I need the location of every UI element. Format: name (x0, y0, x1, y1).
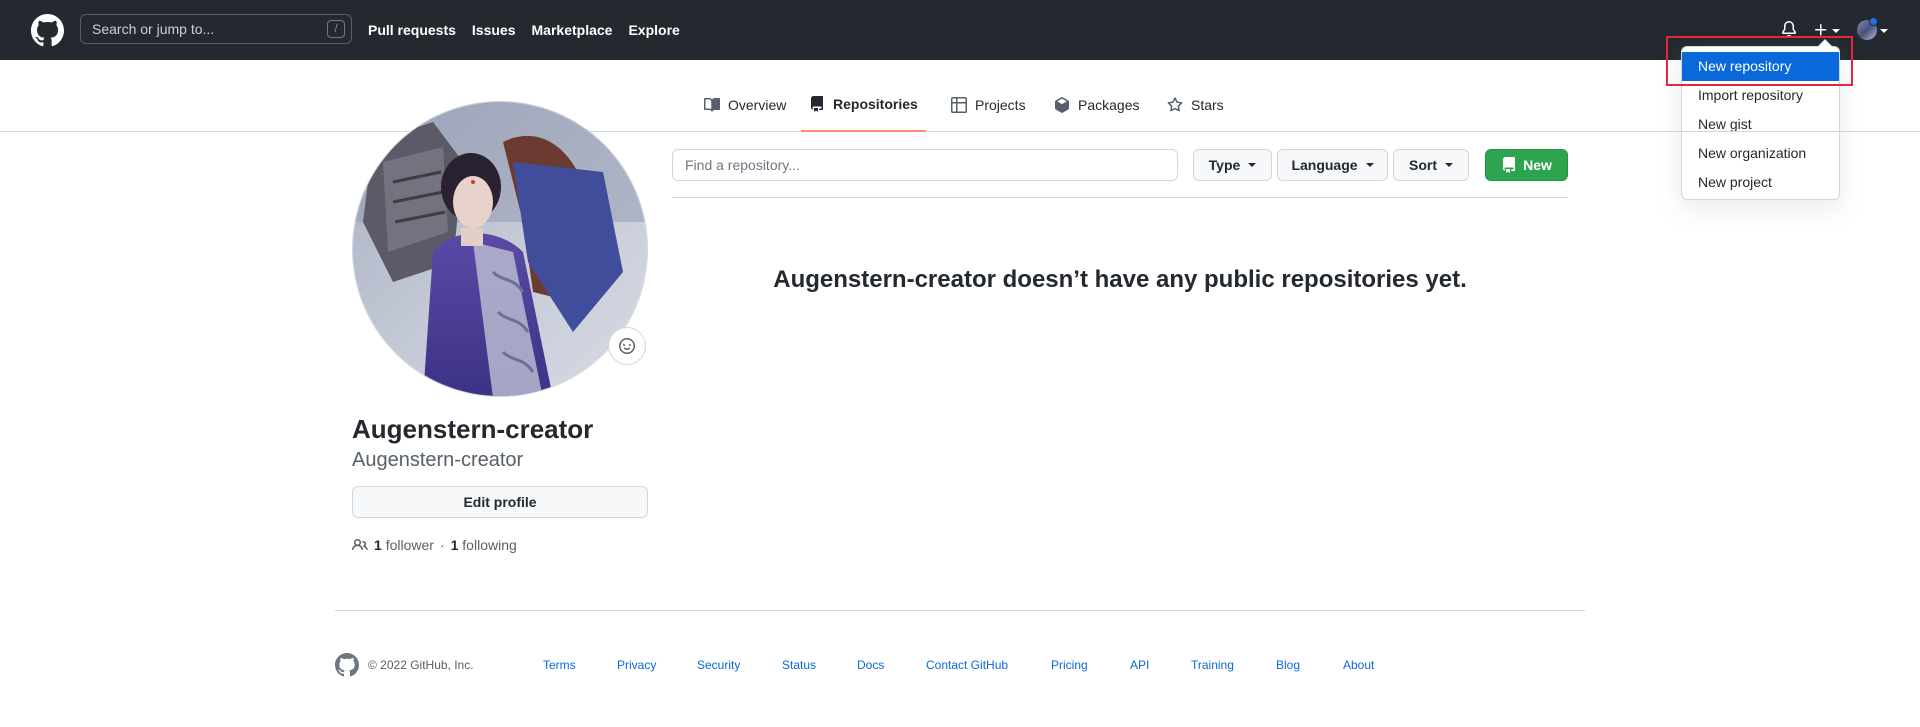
chevron-down-icon (1445, 163, 1453, 167)
tab-label: Overview (728, 97, 787, 113)
find-repository-input[interactable] (672, 149, 1178, 181)
repo-icon (811, 96, 823, 112)
notification-bell-icon[interactable] (1781, 21, 1797, 37)
search-shortcut-key: / (327, 20, 345, 38)
type-filter-button[interactable]: Type (1193, 149, 1272, 181)
profile-tabs: Overview Repositories Projects Packages … (0, 60, 1920, 132)
tab-label: Packages (1078, 97, 1140, 113)
profile-username: Augenstern-creator (352, 449, 524, 471)
footer-link-api[interactable]: API (1130, 658, 1149, 672)
footer-link-docs[interactable]: Docs (857, 658, 884, 672)
people-icon (352, 538, 368, 551)
footer-link-security[interactable]: Security (697, 658, 740, 672)
tab-packages[interactable]: Packages (1046, 90, 1147, 132)
book-icon (704, 97, 720, 112)
repo-list-divider (672, 197, 1568, 198)
empty-repositories-message: Augenstern-creator doesn’t have any publ… (773, 266, 1467, 293)
user-menu-caret-icon[interactable] (1880, 29, 1888, 33)
smiley-icon (619, 338, 635, 354)
follow-stats: 1 follower · 1 following (352, 537, 517, 553)
followers-link[interactable]: 1 follower (374, 537, 434, 553)
github-logo-icon[interactable] (335, 653, 359, 677)
footer-link-training[interactable]: Training (1191, 658, 1234, 672)
repo-icon (1503, 157, 1516, 173)
footer-link-contact-github[interactable]: Contact GitHub (926, 658, 1008, 672)
tab-repositories[interactable]: Repositories (801, 90, 926, 132)
github-logo-icon[interactable] (31, 14, 64, 47)
sort-button[interactable]: Sort (1393, 149, 1469, 181)
tab-label: Stars (1191, 97, 1224, 113)
tab-stars[interactable]: Stars (1159, 90, 1232, 132)
new-button-label: New (1523, 157, 1552, 173)
followers-count: 1 (374, 537, 382, 553)
edit-profile-button[interactable]: Edit profile (352, 486, 648, 518)
profile-display-name: Augenstern-creator (352, 414, 594, 444)
nav-marketplace[interactable]: Marketplace (532, 22, 613, 38)
new-repository-button[interactable]: New (1485, 149, 1568, 181)
menu-item-new-project[interactable]: New project (1682, 168, 1839, 197)
stats-separator: · (439, 537, 445, 553)
followers-label: follower (385, 537, 434, 553)
project-table-icon (951, 97, 967, 113)
chevron-down-icon (1248, 163, 1257, 167)
global-search-input[interactable] (92, 21, 312, 37)
footer-link-pricing[interactable]: Pricing (1051, 658, 1088, 672)
language-filter-button[interactable]: Language (1277, 149, 1388, 181)
nav-pull-requests[interactable]: Pull requests (368, 22, 456, 38)
package-icon (1055, 97, 1069, 113)
footer-link-status[interactable]: Status (782, 658, 816, 672)
chevron-down-icon (1365, 163, 1374, 167)
tab-projects[interactable]: Projects (943, 90, 1034, 132)
global-header: / Pull requests Issues Marketplace Explo… (0, 0, 1920, 60)
nav-explore[interactable]: Explore (628, 22, 679, 38)
footer-link-privacy[interactable]: Privacy (617, 658, 656, 672)
set-status-button[interactable] (608, 327, 646, 365)
avatar-image (353, 102, 647, 396)
tab-overview[interactable]: Overview (696, 90, 794, 132)
unread-indicator-icon (1869, 17, 1878, 26)
following-count: 1 (450, 537, 459, 553)
sort-label: Sort (1409, 157, 1437, 173)
menu-item-new-organization[interactable]: New organization (1682, 139, 1839, 168)
star-icon (1167, 97, 1183, 112)
footer-copyright: © 2022 GitHub, Inc. (368, 658, 474, 672)
header-nav: Pull requests Issues Marketplace Explore (368, 0, 696, 60)
following-label: following (462, 537, 517, 553)
footer-divider (335, 610, 1585, 611)
type-filter-label: Type (1208, 157, 1241, 173)
footer-link-terms[interactable]: Terms (543, 658, 576, 672)
nav-issues[interactable]: Issues (472, 22, 516, 38)
global-search[interactable]: / (80, 14, 352, 44)
profile-avatar[interactable] (352, 101, 648, 397)
plus-icon[interactable] (1813, 22, 1829, 38)
create-menu-caret-icon[interactable] (1832, 29, 1840, 33)
language-filter-label: Language (1291, 157, 1358, 173)
footer-link-blog[interactable]: Blog (1276, 658, 1300, 672)
footer-link-about[interactable]: About (1343, 658, 1374, 672)
tab-label: Repositories (833, 96, 918, 112)
tab-label: Projects (975, 97, 1026, 113)
following-link[interactable]: 1 following (451, 537, 517, 553)
